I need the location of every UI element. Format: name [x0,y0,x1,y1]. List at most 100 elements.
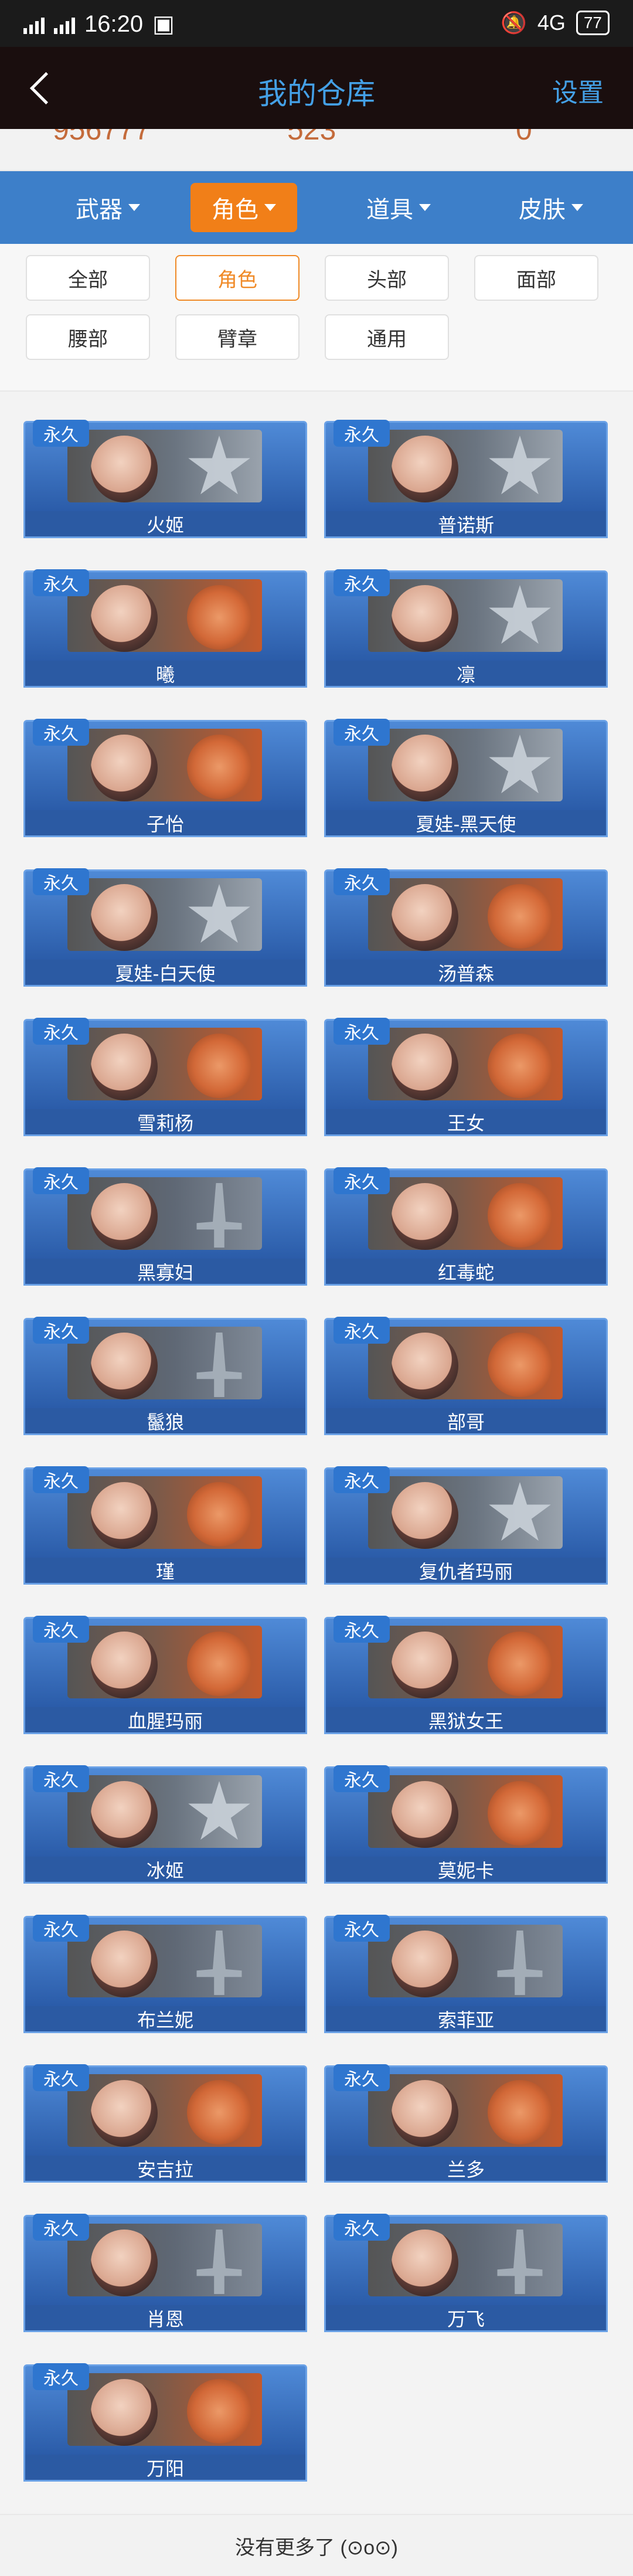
character-card[interactable]: 永久 夏娃-黑天使 [324,719,608,840]
card-art [67,1775,262,1848]
tab-skins[interactable]: 皮肤 [498,183,604,232]
page-title: 我的仓库 [258,77,375,110]
character-card[interactable]: 永久 火姬 [23,420,307,541]
fist-icon [187,1034,251,1098]
character-card[interactable]: 永久 万飞 [324,2214,608,2334]
character-card[interactable]: 永久 冰姬 [23,1765,307,1886]
character-card[interactable]: 永久 黑寡妇 [23,1167,307,1288]
status-right: 🔕 4G 77 [501,11,610,35]
character-portrait [91,1183,158,1250]
character-card[interactable]: 永久 红毒蛇 [324,1167,608,1288]
character-portrait [392,2230,458,2296]
card-art [67,1626,262,1698]
character-name: 汤普森 [324,960,608,987]
character-portrait [91,1333,158,1399]
character-name: 黑狱女王 [324,1707,608,1734]
character-card[interactable]: 永久汤普森 [324,868,608,989]
character-name: 莫妮卡 [324,1857,608,1884]
character-card[interactable]: 永久 部哥 [324,1317,608,1437]
tab-label: 道具 [366,197,413,223]
settings-link[interactable]: 设置 [552,72,604,109]
card-art [67,430,262,502]
character-portrait [392,585,458,652]
card-art [67,1476,262,1549]
character-card[interactable]: 永久索菲亚 [324,1915,608,2035]
fist-icon [187,1632,251,1696]
permanent-badge: 永久 [33,2064,89,2091]
permanent-badge: 永久 [33,2363,89,2390]
filter-all[interactable]: 全部 [26,255,150,301]
character-card[interactable]: 永久黑狱女王 [324,1616,608,1736]
tab-label: 皮肤 [519,197,566,223]
character-card[interactable]: 永久 肖恩 [23,2214,307,2334]
card-art [368,1028,563,1100]
character-name: 普诺斯 [324,511,608,538]
tab-label: 角色 [212,197,258,223]
character-name: 万飞 [324,2305,608,2332]
character-card[interactable]: 永久 普诺斯 [324,420,608,541]
card-art [67,1028,262,1100]
character-card[interactable]: 永久 安吉拉 [23,2064,307,2185]
fist-icon [488,1333,552,1397]
character-name: 夏娃-白天使 [23,960,307,987]
character-card[interactable]: 永久 布兰妮 [23,1915,307,2035]
permanent-badge: 永久 [33,1616,89,1643]
character-name: 索菲亚 [324,2006,608,2033]
permanent-badge: 永久 [33,1765,89,1792]
character-card[interactable]: 永久曦 [23,569,307,690]
fist-icon [187,585,251,650]
permanent-badge: 永久 [33,1018,89,1045]
tab-roles[interactable]: 角色 [190,183,297,232]
card-art [368,1925,563,1997]
character-card[interactable]: 永久 雪莉杨 [23,1018,307,1139]
filter-face[interactable]: 面部 [474,255,598,301]
card-art [368,1626,563,1698]
permanent-badge: 永久 [33,569,89,596]
character-portrait [392,1333,458,1399]
filter-head[interactable]: 头部 [325,255,449,301]
filter-waist[interactable]: 腰部 [26,314,150,360]
dagger-icon [196,1183,242,1248]
character-portrait [392,436,458,502]
permanent-badge: 永久 [333,1167,390,1194]
card-art [67,2074,262,2147]
character-portrait [91,2230,158,2296]
permanent-badge: 永久 [33,1915,89,1942]
character-card[interactable]: 永久瑾 [23,1466,307,1587]
permanent-badge: 永久 [33,868,89,895]
card-art [67,878,262,951]
tab-weapons[interactable]: 武器 [59,183,157,232]
permanent-badge: 永久 [33,420,89,447]
permanent-badge: 永久 [333,1915,390,1942]
filter-armband[interactable]: 臂章 [175,314,300,360]
character-portrait [91,1034,158,1100]
character-grid: 永久 火姬 永久 普诺斯 永久曦永久凛永久 子怡 永久 夏娃-黑天使 永久 夏娃-白天使 永久 汤普森… [0,392,633,2514]
character-portrait [392,1183,458,1250]
permanent-badge: 永久 [33,1317,89,1344]
status-left: 16:20 ▣ [23,11,175,38]
fist-icon [187,735,251,799]
card-art [67,1177,262,1250]
character-card[interactable]: 永久凛 [324,569,608,690]
character-card[interactable]: 永久 血腥玛丽 [23,1616,307,1736]
character-portrait [91,2379,158,2446]
tab-items[interactable]: 道具 [346,183,451,232]
list-end-message: 没有更多了 (⊙o⊙) [0,2515,633,2576]
permanent-badge: 永久 [333,868,390,895]
fist-icon [488,884,552,949]
partial-currency-row: 956777 523 0 [0,129,633,170]
character-card[interactable]: 永久 兰多 [324,2064,608,2185]
fist-icon [488,1781,552,1846]
character-card[interactable]: 永久夏娃-白天使 [23,868,307,989]
character-card[interactable]: 永久 万阳 [23,2363,307,2484]
filter-role[interactable]: 角色 [175,255,300,301]
character-card[interactable]: 永久 复仇者玛丽 [324,1466,608,1587]
character-card[interactable]: 永久 鬣狼 [23,1317,307,1437]
character-card[interactable]: 永久 王女 [324,1018,608,1139]
chevron-down-icon [128,204,140,211]
dagger-icon [196,1333,242,1397]
permanent-badge: 永久 [333,1616,390,1643]
character-card[interactable]: 永久 莫妮卡 [324,1765,608,1886]
filter-universal[interactable]: 通用 [325,314,449,360]
character-card[interactable]: 永久 子怡 [23,719,307,840]
